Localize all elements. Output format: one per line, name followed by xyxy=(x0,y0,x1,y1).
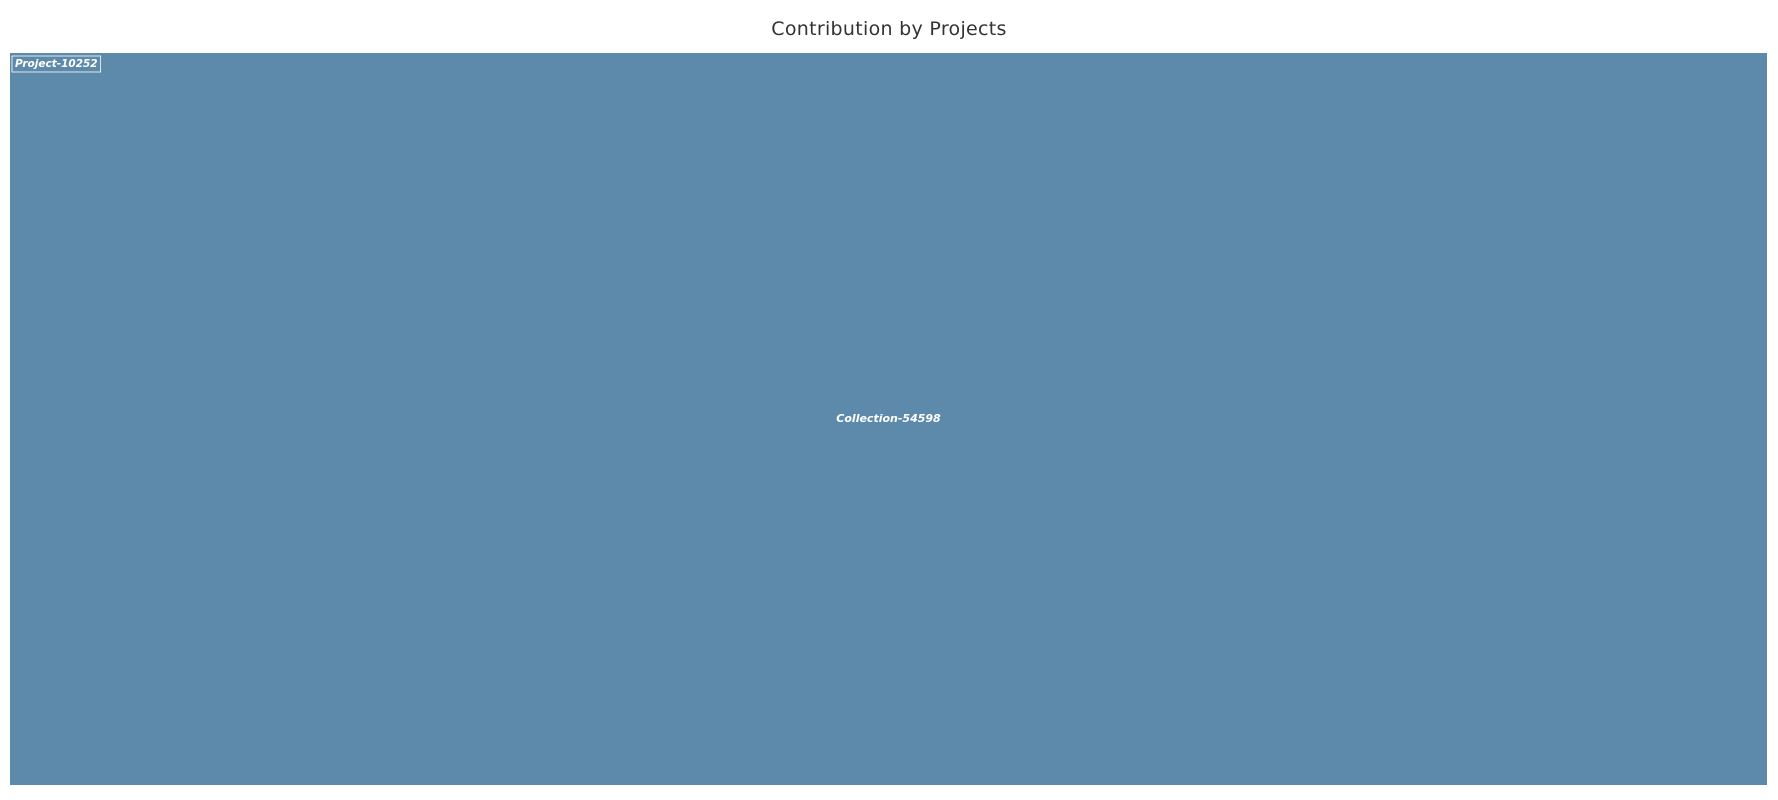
treemap-parent-label: Project-10252 xyxy=(15,58,98,70)
treemap-chart: Collection-54598 Project-10252 xyxy=(10,53,1767,785)
treemap-tile-label-0: Collection-54598 xyxy=(836,412,941,425)
treemap-svg: Collection-54598 Project-10252 xyxy=(10,53,1767,785)
treemap-parent-label-group: Project-10252 xyxy=(11,55,102,73)
chart-title: Contribution by Projects xyxy=(771,18,1007,40)
